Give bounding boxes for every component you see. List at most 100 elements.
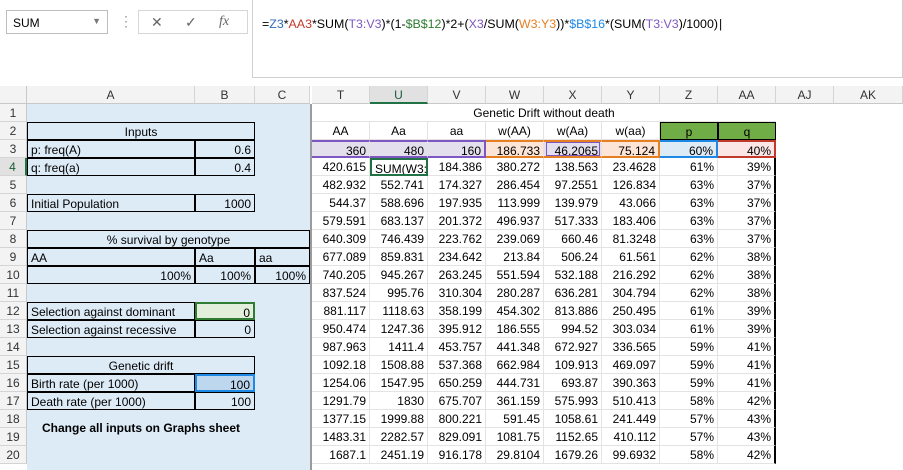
table-cell-v[interactable]: 201.372 — [428, 212, 486, 230]
row-header-17[interactable]: 17 — [0, 392, 27, 410]
table-cell-aa[interactable]: 39% — [718, 158, 776, 176]
table-cell-z[interactable]: 57% — [660, 410, 718, 428]
table-cell-y[interactable]: 43.066 — [602, 194, 660, 212]
table-cell-u[interactable]: 552.741 — [370, 176, 428, 194]
table-cell-u[interactable]: 995.76 — [370, 284, 428, 302]
row-header-5[interactable]: 5 — [0, 176, 27, 194]
table-cell-v[interactable]: 675.707 — [428, 392, 486, 410]
table-cell-u[interactable]: 1508.88 — [370, 356, 428, 374]
table-cell-t[interactable]: 640.309 — [312, 230, 370, 248]
table-cell-y[interactable]: 81.3248 — [602, 230, 660, 248]
table-cell-x[interactable]: 693.87 — [544, 374, 602, 392]
table-cell-x[interactable]: 575.993 — [544, 392, 602, 410]
row-header-13[interactable]: 13 — [0, 320, 27, 338]
table-cell-y[interactable]: 241.449 — [602, 410, 660, 428]
drag-handle-icon[interactable]: ⋮ — [119, 13, 133, 30]
table-cell-u[interactable]: SUM(W3: — [370, 158, 428, 176]
selection-dominant-value[interactable]: 0 — [195, 302, 255, 320]
table-cell-z[interactable]: 61% — [660, 302, 718, 320]
table-cell-w[interactable]: 286.454 — [486, 176, 544, 194]
table-cell-y[interactable]: 469.097 — [602, 356, 660, 374]
row-header-3[interactable]: 3 — [0, 140, 27, 158]
death-rate-value[interactable]: 100 — [195, 392, 255, 410]
table-cell-t[interactable]: 881.117 — [312, 302, 370, 320]
row-header-16[interactable]: 16 — [0, 374, 27, 392]
table-cell-t[interactable]: 482.932 — [312, 176, 370, 194]
table-cell-t[interactable]: 740.205 — [312, 266, 370, 284]
insert-function-icon[interactable]: fx — [219, 14, 229, 30]
column-header-z[interactable]: Z — [660, 86, 718, 104]
table-cell-v[interactable]: 223.762 — [428, 230, 486, 248]
table-cell-z[interactable]: 62% — [660, 284, 718, 302]
table-cell-w[interactable]: 280.287 — [486, 284, 544, 302]
column-header-b[interactable]: B — [195, 86, 255, 104]
table-cell-x[interactable]: 1679.26 — [544, 446, 602, 464]
table-cell-t[interactable]: 544.37 — [312, 194, 370, 212]
table-cell-w[interactable]: 113.999 — [486, 194, 544, 212]
select-all-corner[interactable] — [0, 86, 27, 104]
table-cell-aa[interactable]: 38% — [718, 284, 776, 302]
table-cell-z[interactable]: 58% — [660, 446, 718, 464]
table-cell-x[interactable]: 506.24 — [544, 248, 602, 266]
row-header-4[interactable]: 4 — [0, 158, 27, 176]
table-cell-v[interactable]: 453.757 — [428, 338, 486, 356]
table-cell-z[interactable]: 61% — [660, 320, 718, 338]
table-cell-x[interactable]: 672.927 — [544, 338, 602, 356]
table-cell-x[interactable]: 138.563 — [544, 158, 602, 176]
table-cell-v[interactable]: 234.642 — [428, 248, 486, 266]
table-cell-w[interactable]: 380.272 — [486, 158, 544, 176]
chevron-down-icon[interactable]: ▼ — [92, 16, 101, 26]
table-cell-u[interactable]: 746.439 — [370, 230, 428, 248]
table-cell-u[interactable]: 588.696 — [370, 194, 428, 212]
p-freq-value[interactable]: 0.6 — [195, 140, 255, 158]
row-header-11[interactable]: 11 — [0, 284, 27, 302]
column-header-y[interactable]: Y — [602, 86, 660, 104]
row-header-19[interactable]: 19 — [0, 428, 27, 446]
row-header-20[interactable]: 20 — [0, 446, 27, 464]
table-cell-y[interactable]: 99.6932 — [602, 446, 660, 464]
table-cell-u[interactable]: 480 — [370, 140, 428, 158]
table-cell-aa[interactable]: 41% — [718, 338, 776, 356]
table-cell-aa[interactable]: 38% — [718, 248, 776, 266]
table-cell-v[interactable]: 395.912 — [428, 320, 486, 338]
table-cell-t[interactable]: 1254.06 — [312, 374, 370, 392]
table-cell-w[interactable]: 186.733 — [486, 140, 544, 158]
column-header-v[interactable]: V — [428, 86, 486, 104]
table-cell-aa[interactable]: 37% — [718, 176, 776, 194]
table-cell-y[interactable]: 23.4628 — [602, 158, 660, 176]
table-cell-w[interactable]: 441.348 — [486, 338, 544, 356]
table-cell-u[interactable]: 2282.57 — [370, 428, 428, 446]
table-cell-t[interactable]: 579.591 — [312, 212, 370, 230]
table-cell-w[interactable]: 1081.75 — [486, 428, 544, 446]
table-cell-v[interactable]: 263.245 — [428, 266, 486, 284]
table-cell-z[interactable]: 62% — [660, 248, 718, 266]
table-cell-y[interactable]: 303.034 — [602, 320, 660, 338]
enter-icon[interactable]: ✓ — [185, 14, 197, 31]
table-cell-z[interactable]: 58% — [660, 392, 718, 410]
table-cell-w[interactable]: 361.159 — [486, 392, 544, 410]
table-cell-z[interactable]: 57% — [660, 428, 718, 446]
row-header-10[interactable]: 10 — [0, 266, 27, 284]
survival-aa-recessive-value[interactable]: 100% — [255, 266, 310, 284]
column-header-t[interactable]: T — [312, 86, 370, 104]
column-header-ak[interactable]: AK — [834, 86, 903, 104]
table-cell-x[interactable]: 813.886 — [544, 302, 602, 320]
table-cell-z[interactable]: 63% — [660, 176, 718, 194]
row-header-12[interactable]: 12 — [0, 302, 27, 320]
table-cell-y[interactable]: 250.495 — [602, 302, 660, 320]
table-cell-t[interactable]: 1092.18 — [312, 356, 370, 374]
table-cell-y[interactable]: 390.363 — [602, 374, 660, 392]
table-cell-aa[interactable]: 43% — [718, 410, 776, 428]
table-cell-w[interactable]: 662.984 — [486, 356, 544, 374]
table-cell-y[interactable]: 61.561 — [602, 248, 660, 266]
table-cell-x[interactable]: 660.46 — [544, 230, 602, 248]
table-cell-z[interactable]: 59% — [660, 356, 718, 374]
table-cell-u[interactable]: 1247.36 — [370, 320, 428, 338]
table-cell-u[interactable]: 859.831 — [370, 248, 428, 266]
survival-aa-dominant-value[interactable]: 100% — [27, 266, 195, 284]
table-cell-v[interactable]: 197.935 — [428, 194, 486, 212]
row-header-7[interactable]: 7 — [0, 212, 27, 230]
table-cell-y[interactable]: 510.413 — [602, 392, 660, 410]
formula-text[interactable]: =Z3*AA3*SUM(T3:V3)*(1-$B$12)*2+(X3/SUM(W… — [262, 17, 722, 31]
table-cell-v[interactable]: 310.304 — [428, 284, 486, 302]
